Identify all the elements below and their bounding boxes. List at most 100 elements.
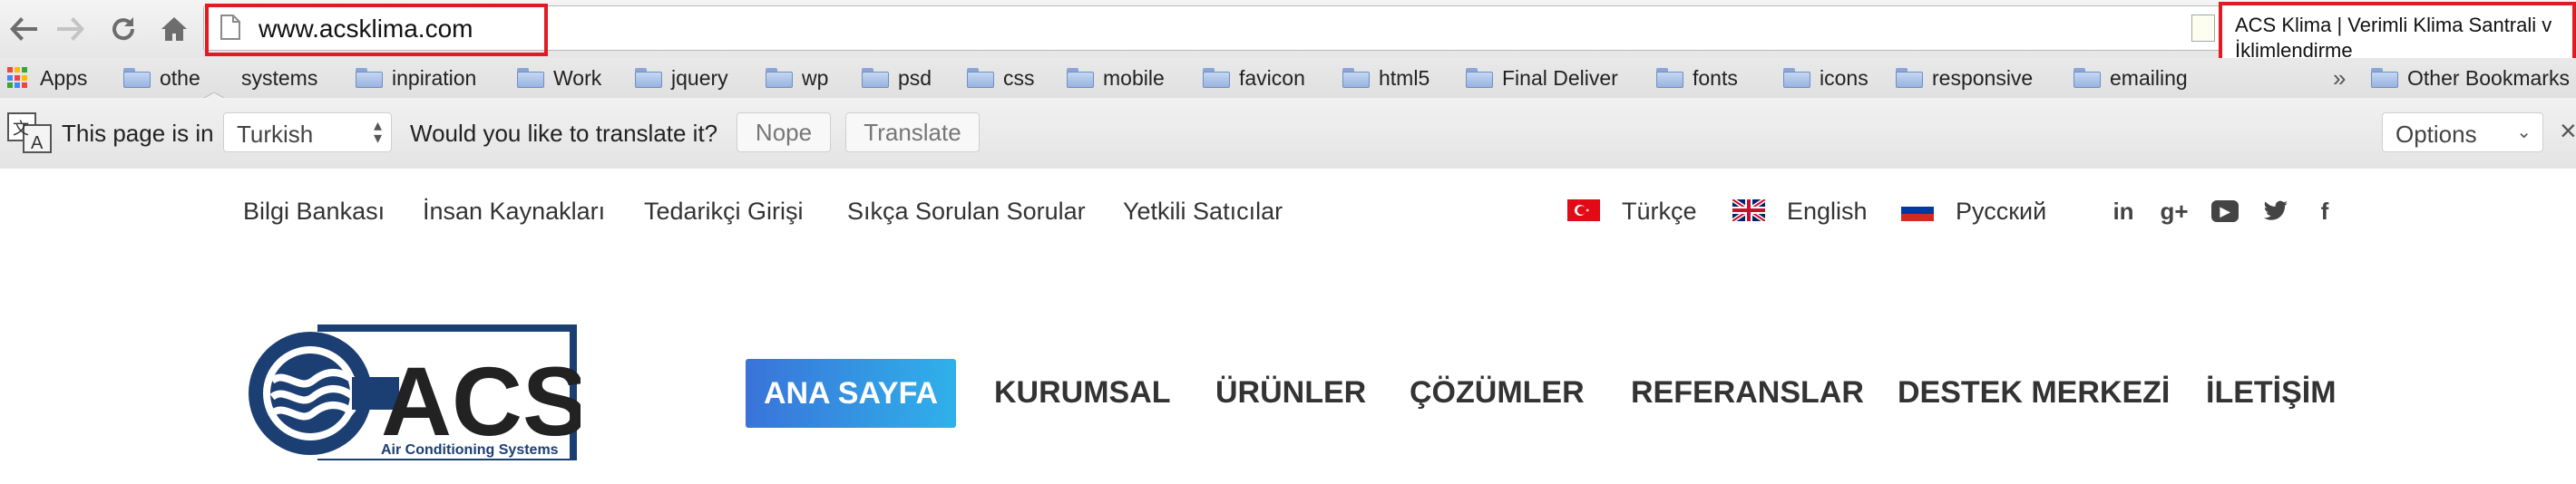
language-select[interactable]: Turkish ▴ ▾ [223, 112, 392, 152]
bookmark-folder[interactable]: wp [766, 63, 828, 92]
folder-icon [123, 68, 151, 88]
folder-icon [635, 68, 662, 88]
bookmark-folder[interactable]: responsive [1896, 63, 2033, 92]
menu-item-products[interactable]: ÜRÜNLER [1215, 375, 1366, 411]
folder-icon [1466, 68, 1493, 88]
bookmark-label: systems [241, 65, 318, 90]
bookmark-label: jquery [671, 65, 728, 90]
site-header: ACS Air Conditioning Systems ANA SAYFA K… [0, 256, 2576, 484]
browser-toolbar: www.acsklima.com [0, 0, 2576, 58]
menu-item-home[interactable]: ANA SAYFA [746, 359, 956, 428]
bookmark-folder[interactable]: inpiration [356, 63, 476, 92]
svg-text:A: A [31, 133, 44, 153]
uk-flag-icon [1732, 199, 1765, 221]
menu-item-solutions[interactable]: ÇÖZÜMLER [1410, 375, 1585, 411]
bookmark-folder[interactable]: mobile [1067, 63, 1165, 92]
menu-item-corporate[interactable]: KURUMSAL [994, 375, 1171, 411]
top-link-human-resources[interactable]: İnsan Kaynakları [423, 198, 605, 226]
folder-icon [356, 68, 383, 88]
lang-english-link[interactable]: English [1787, 198, 1868, 226]
menu-item-references[interactable]: REFERANSLAR [1631, 375, 1864, 411]
youtube-icon[interactable]: ▶ [2211, 200, 2239, 222]
bookmark-label: othe [160, 65, 200, 90]
translate-question: Would you like to translate it? [410, 120, 718, 147]
top-link-faq[interactable]: Sıkça Sorulan Sorular [847, 198, 1086, 226]
bookmark-label: Apps [40, 65, 88, 90]
folder-icon [1783, 68, 1810, 88]
turkish-flag-icon [1567, 199, 1600, 221]
chevron-down-icon: ⌄ [2516, 122, 2532, 142]
back-arrow-icon [10, 17, 37, 41]
folder-icon [862, 68, 889, 88]
bookmark-label: emailing [2110, 65, 2188, 90]
options-select[interactable]: Options ⌄ [2382, 112, 2543, 152]
bookmark-label: psd [898, 65, 932, 90]
top-link-dealers[interactable]: Yetkili Satıcılar [1123, 198, 1283, 226]
site-top-bar: Bilgi Bankası İnsan Kaynakları Tedarikçi… [0, 169, 2576, 257]
bookmark-label: html5 [1379, 65, 1430, 90]
bookmark-folder[interactable]: icons [1783, 63, 1869, 92]
bookmark-label: Final Deliver [1502, 65, 1618, 90]
bookmark-label: favicon [1239, 65, 1305, 90]
bookmark-label: mobile [1103, 65, 1165, 90]
bookmark-apps[interactable]: Apps [7, 63, 87, 92]
page-action-icon[interactable] [2191, 15, 2215, 42]
folder-icon [1203, 68, 1230, 88]
folder-icon [2073, 68, 2101, 88]
folder-icon [766, 68, 793, 88]
back-button[interactable] [5, 11, 42, 47]
folder-icon [1067, 68, 1094, 88]
folder-icon [1896, 68, 1923, 88]
select-arrows-icon: ▴ ▾ [373, 116, 382, 147]
logo-tagline-text: Air Conditioning Systems [381, 442, 559, 458]
bookmark-folder[interactable]: Work [517, 63, 601, 92]
nope-button[interactable]: Nope [737, 112, 831, 152]
bookmark-folder[interactable]: emailing [2073, 63, 2188, 92]
options-select-value: Options [2395, 121, 2477, 148]
facebook-icon[interactable]: f [2311, 198, 2338, 225]
url-highlight-box [205, 4, 548, 56]
bookmark-folder[interactable]: psd [862, 63, 932, 92]
folder-icon [1342, 68, 1370, 88]
top-link-knowledge-base[interactable]: Bilgi Bankası [243, 198, 385, 226]
folder-icon [967, 68, 994, 88]
menu-item-support-center[interactable]: DESTEK MERKEZİ [1898, 375, 2170, 411]
russian-flag-icon [1901, 199, 1934, 221]
folder-icon [517, 68, 544, 88]
bookmark-folder[interactable]: fonts [1656, 63, 1738, 92]
lang-russian-link[interactable]: Русский [1956, 198, 2046, 226]
forward-arrow-icon [57, 17, 84, 41]
close-infobar-button[interactable]: × [2560, 114, 2576, 148]
top-link-supplier-login[interactable]: Tedarikçi Girişi [644, 198, 804, 226]
bookmark-folder[interactable]: css [967, 63, 1035, 92]
bookmark-label: icons [1820, 65, 1869, 90]
lang-turkish-link[interactable]: Türkçe [1622, 198, 1697, 226]
folder-icon [1656, 68, 1683, 88]
bookmark-folder[interactable]: systems [241, 63, 317, 92]
bookmarks-bar: Apps othe systems inpiration Work jquery… [0, 58, 2576, 99]
bookmarks-overflow-chevron[interactable]: » [2333, 63, 2346, 92]
google-plus-icon[interactable]: g+ [2160, 198, 2188, 225]
bookmark-label: css [1003, 65, 1035, 90]
tooltip-line-1: ACS Klima | Verimli Klima Santrali v [2235, 14, 2552, 36]
twitter-bird-icon [2264, 200, 2288, 220]
menu-item-contact[interactable]: İLETİŞİM [2206, 375, 2337, 411]
bookmark-label: responsive [1932, 65, 2034, 90]
home-button[interactable] [156, 11, 192, 47]
bookmark-folder[interactable]: jquery [635, 63, 728, 92]
bookmark-folder[interactable]: othe [123, 63, 200, 92]
translate-button[interactable]: Translate [845, 112, 980, 152]
bookmark-folder[interactable]: html5 [1342, 63, 1429, 92]
bookmark-label: Work [553, 65, 602, 90]
acs-logo[interactable]: ACS Air Conditioning Systems [245, 324, 581, 460]
reload-button[interactable] [105, 11, 141, 47]
twitter-icon[interactable] [2262, 198, 2289, 225]
translate-infobar: 文 A This page is in Turkish ▴ ▾ Would you… [0, 98, 2576, 170]
linkedin-icon[interactable]: in [2110, 198, 2137, 225]
bookmark-folder[interactable]: favicon [1203, 63, 1305, 92]
bookmark-folder[interactable]: Final Deliver [1466, 63, 1618, 92]
forward-button[interactable] [53, 11, 89, 47]
reload-icon [112, 17, 135, 41]
svg-text:文: 文 [13, 120, 29, 139]
bookmark-other[interactable]: Other Bookmarks [2371, 63, 2570, 92]
